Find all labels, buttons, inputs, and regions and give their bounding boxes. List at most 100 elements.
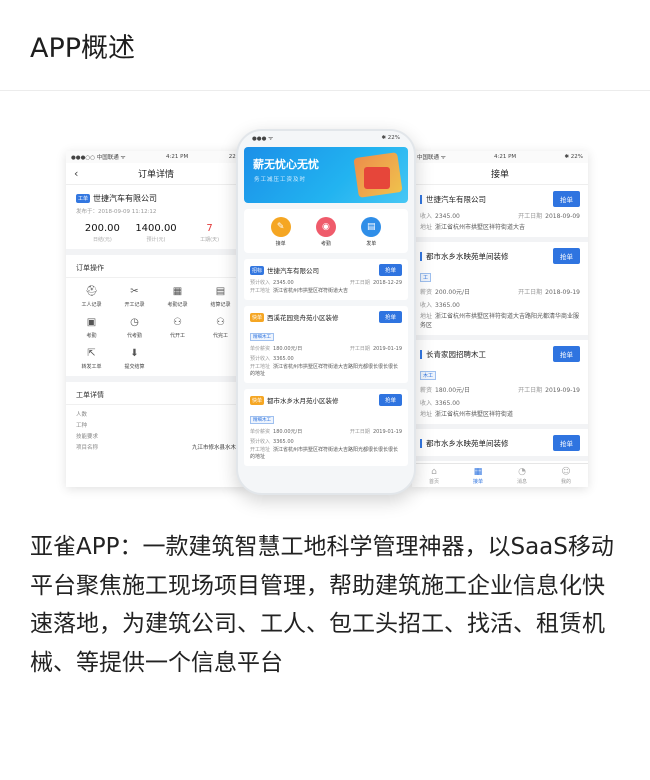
quick-action-label: 接单 bbox=[275, 241, 286, 247]
grab-order-button[interactable]: 抢单 bbox=[378, 394, 402, 406]
field-value: 浙江省杭州市拱墅区祥符街道大吉路阳光都很长很长很长的地址 bbox=[250, 364, 399, 377]
nav-bar: 接单 bbox=[412, 163, 588, 185]
job-card: 快单 都市水乡水月苑小区装修 抢单 精细木工 单价薪资 180.00元/日 开工日期 2019… bbox=[244, 389, 408, 466]
field-key: 开工日期 bbox=[518, 289, 543, 296]
tab-label: 接单 bbox=[472, 479, 483, 485]
job-address: 开工地址 浙江省杭州市拱墅区祥符街道大吉 bbox=[250, 288, 402, 295]
op-item-9[interactable]: ⬇ 提交结算 bbox=[113, 348, 156, 370]
tab-1[interactable]: ▦ 接单 bbox=[456, 464, 500, 487]
page-title: APP概述 bbox=[30, 33, 136, 64]
field-value: 2018-12-29 bbox=[372, 280, 402, 286]
field-value: 2019-01-19 bbox=[372, 429, 402, 435]
company-name: 世捷汽车有限公司 bbox=[93, 194, 158, 203]
op-item-8[interactable]: ⇱ 转发工单 bbox=[70, 348, 113, 370]
field-value: 2018-09-09 bbox=[545, 213, 580, 220]
home-icon: ⌂ bbox=[431, 467, 437, 477]
quick-action-0[interactable]: ✎ 接单 bbox=[270, 217, 291, 247]
job-title-wrap: 招标 世捷汽车有限公司 bbox=[250, 265, 319, 275]
field-value: 浙江省杭州市拱墅区祥符街道 bbox=[435, 411, 514, 418]
op-label: 工人记录 bbox=[81, 302, 102, 308]
job-card-header: 快单 西溪花园竞舟苑小区装修 抢单 bbox=[250, 311, 402, 323]
op-item-1[interactable]: ✂ 开工记录 bbox=[113, 286, 156, 308]
status-bar: 中国联通 ᯤ 4:21 PM ✱ 22% bbox=[412, 151, 588, 163]
detail-section-title: 工单详情 bbox=[66, 382, 246, 405]
op-item-0[interactable]: ⛑ 工人记录 bbox=[70, 286, 113, 308]
promo-banner[interactable]: 薪无忧心无忧 务工减压工资及时 bbox=[244, 147, 408, 203]
job-row: 预计收入 2345.00 开工日期 2018-12-29 bbox=[250, 279, 402, 286]
title-accent-bar bbox=[420, 194, 422, 204]
quick-action-1[interactable]: ◉ 考勤 bbox=[315, 217, 336, 247]
job-card-header: 招标 世捷汽车有限公司 抢单 bbox=[250, 264, 402, 276]
field-value: 180.00元/日 bbox=[273, 346, 303, 352]
field-key: 单价薪资 bbox=[250, 429, 271, 435]
field-value: 2345.00 bbox=[435, 213, 460, 220]
field-value: 浙江省杭州市拱墅区祥符街道大吉路阳光都很长很长很长的地址 bbox=[250, 447, 399, 460]
status-bar: ●●● ᯤ ✱ 22% bbox=[238, 131, 414, 145]
field-key: 预计收入 bbox=[250, 439, 271, 445]
grab-order-button[interactable]: 抢单 bbox=[378, 264, 402, 276]
op-label: 提交结算 bbox=[124, 364, 145, 370]
status-bar: ●●●○○ 中国联通 ᯤ 4:21 PM 22% bbox=[66, 151, 246, 163]
op-label: 代考勤 bbox=[126, 333, 142, 339]
job-row: 单价薪资 180.00元/日 开工日期 2019-01-19 bbox=[250, 428, 402, 435]
proxy-checkin-icon: ◷ bbox=[130, 317, 139, 328]
title-accent-bar bbox=[420, 349, 422, 359]
job-tag: 招标 bbox=[250, 265, 265, 275]
stat-value: 200.00 bbox=[84, 223, 120, 234]
quick-actions: ✎ 接单 ◉ 考勤 ▤ 发单 bbox=[244, 209, 408, 253]
op-label: 代开工 bbox=[169, 333, 185, 339]
signal-text: ●●● ᯤ bbox=[252, 136, 274, 142]
tab-2[interactable]: ◔ 消息 bbox=[500, 464, 544, 487]
op-label: 开工记录 bbox=[124, 302, 145, 308]
job-field: 开工日期 2018-09-09 bbox=[518, 211, 580, 220]
tab-3[interactable]: ☺ 我的 bbox=[544, 464, 588, 487]
grab-order-button[interactable]: 抢单 bbox=[553, 346, 580, 362]
field-key: 开工地址 bbox=[250, 364, 271, 370]
detail-row: 项目名称 九江市修水县水木 bbox=[66, 441, 246, 452]
checkin-icon: ▣ bbox=[86, 317, 97, 328]
op-item-6[interactable]: ⚇ 代开工 bbox=[156, 317, 199, 339]
grab-order-button[interactable]: 抢单 bbox=[378, 311, 402, 323]
app-description: 亚雀APP：一款建筑智慧工地科学管理神器，以SaaS移动平台聚焦施工现场项目管理… bbox=[30, 534, 614, 676]
job-list: 招标 世捷汽车有限公司 抢单 预计收入 2345.00 开工日期 2018-12-29 开工地… bbox=[238, 259, 414, 466]
job-list: 世捷汽车有限公司 抢单 收入 2345.00 开工日期 2018-09-09 地址 浙江省杭州… bbox=[412, 185, 588, 461]
field-key: 开工日期 bbox=[518, 213, 543, 220]
job-tag: 快单 bbox=[250, 312, 265, 322]
field-key: 预计收入 bbox=[250, 356, 271, 362]
grab-order-button[interactable]: 抢单 bbox=[553, 435, 580, 451]
grab-order-button[interactable]: 抢单 bbox=[553, 191, 580, 207]
order-stats: 200.00 日结(元) 1400.00 预计(元) 7 工期(天) bbox=[76, 215, 236, 249]
job-card-header: 快单 都市水乡水月苑小区装修 抢单 bbox=[250, 394, 402, 406]
field-key: 地址 bbox=[420, 411, 433, 418]
field-key: 开工日期 bbox=[349, 280, 370, 286]
order-summary-card: 工单 世捷汽车有限公司 发布于：2018-09-09 11:12:12 200.… bbox=[66, 185, 246, 255]
tab-0[interactable]: ⌂ 首页 bbox=[412, 464, 456, 487]
message-icon: ◔ bbox=[518, 467, 526, 477]
detail-key: 技能要求 bbox=[76, 433, 99, 440]
field-key: 薪资 bbox=[420, 387, 433, 394]
field-key: 单价薪资 bbox=[250, 346, 271, 352]
op-item-2[interactable]: ▦ 考勤记录 bbox=[156, 286, 199, 308]
job-card-header: 都市水乡水映苑单间装修 抢单 bbox=[420, 435, 580, 451]
quick-action-2[interactable]: ▤ 发单 bbox=[361, 217, 382, 247]
back-icon[interactable]: ‹ bbox=[74, 167, 78, 180]
job-title: 世捷汽车有限公司 bbox=[426, 194, 486, 204]
job-field: 薪资 200.00元/日 bbox=[420, 287, 470, 296]
publish-time: 发布于：2018-09-09 11:12:12 bbox=[76, 209, 157, 215]
stat-value: 7 bbox=[206, 223, 213, 234]
job-field: 预计收入 2345.00 bbox=[250, 279, 294, 286]
grab-order-button[interactable]: 抢单 bbox=[553, 248, 580, 264]
op-item-5[interactable]: ◷ 代考勤 bbox=[113, 317, 156, 339]
tab-label: 首页 bbox=[428, 479, 439, 485]
field-value: 180.00元/日 bbox=[273, 429, 303, 435]
job-title: 世捷汽车有限公司 bbox=[267, 267, 320, 275]
job-address: 地址 浙江省杭州市拱墅区祥符街道大吉路阳光都清华商业服务区 bbox=[420, 312, 580, 330]
title-accent-bar bbox=[420, 438, 422, 448]
detail-key: 工种 bbox=[76, 422, 88, 429]
job-field: 预计收入 3365.00 bbox=[250, 438, 294, 445]
field-value: 2345.00 bbox=[273, 280, 294, 286]
detail-row: 工种 bbox=[66, 419, 246, 430]
quick-action-label: 考勤 bbox=[320, 241, 331, 247]
op-item-4[interactable]: ▣ 考勤 bbox=[70, 317, 113, 339]
job-card: 都市水乡水映苑单间装修 抢单工薪资 200.00元/日 开工日期 2018-09-19 收… bbox=[412, 242, 588, 340]
